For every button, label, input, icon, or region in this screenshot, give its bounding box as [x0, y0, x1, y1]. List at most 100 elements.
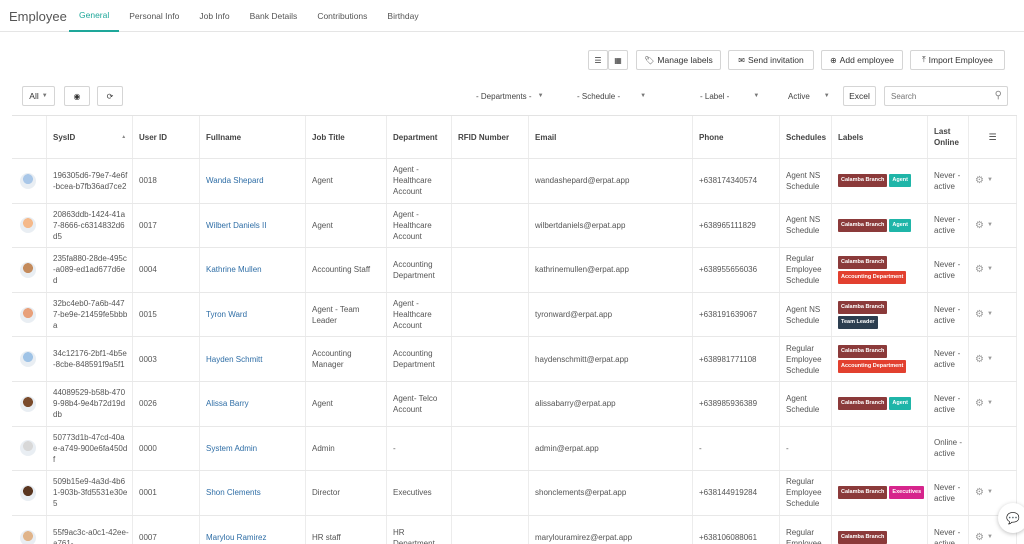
import-employee-label: Import Employee: [928, 55, 993, 65]
row-actions-button[interactable]: ⚙ ▼: [975, 309, 993, 320]
tab-job-info[interactable]: Job Info: [189, 0, 239, 32]
column-header-phone[interactable]: Phone: [693, 116, 780, 158]
cell-action[interactable]: [969, 426, 1017, 471]
manage-labels-button[interactable]: 🏷 Manage labels: [636, 50, 721, 70]
table-row[interactable]: 20863ddb-1424-41a7-8666-c6314832d6d5 0017…: [12, 203, 1017, 249]
add-employee-button[interactable]: ⊕ Add employee: [821, 50, 903, 70]
cell-fullname-text[interactable]: Marylou Ramirez: [206, 532, 302, 543]
cell-fullname[interactable]: Marylou Ramirez: [200, 515, 306, 544]
cell-phone-text: +638191639067: [699, 310, 758, 320]
tab-contributions[interactable]: Contributions: [307, 0, 377, 32]
sort-up-icon[interactable]: ▲: [121, 132, 126, 143]
column-header-dept[interactable]: Department: [387, 116, 452, 158]
cell-phone: +638981771108: [693, 337, 780, 381]
cell-fullname[interactable]: Shon Clements: [200, 471, 306, 515]
row-actions-button[interactable]: ⚙ ▼: [975, 175, 993, 186]
column-header-sysid[interactable]: SysID ▲: [47, 116, 133, 158]
cell-fullname[interactable]: Hayden Schmitt: [200, 337, 306, 381]
send-invitation-button[interactable]: ✉ Send invitation: [728, 50, 814, 70]
cell-fullname-text[interactable]: Tyron Ward: [206, 309, 302, 320]
cell-schedule-text: Regular Employee Schedule: [786, 343, 822, 375]
cell-fullname[interactable]: Wilbert Daniels II: [200, 203, 306, 248]
cell-fullname[interactable]: System Admin: [200, 426, 306, 471]
cell-rfid: [452, 337, 529, 381]
row-actions-button[interactable]: ⚙ ▼: [975, 264, 993, 275]
column-header-last[interactable]: Last Online: [928, 116, 969, 158]
cell-action[interactable]: ⚙ ▼: [969, 292, 1017, 337]
row-actions-button[interactable]: ⚙ ▼: [975, 532, 993, 543]
tab-personal-info[interactable]: Personal Info: [119, 0, 189, 32]
row-actions-button[interactable]: ⚙ ▼: [975, 220, 993, 231]
row-actions-button[interactable]: ⚙ ▼: [975, 487, 993, 498]
grid-view-button[interactable]: ▦: [608, 50, 628, 70]
column-header-label: Labels: [838, 132, 864, 142]
table-row[interactable]: 32bc4eb0-7a6b-4477-be9e-21459fe5bbba 0015…: [12, 292, 1017, 338]
column-header-labels[interactable]: Labels: [832, 116, 928, 158]
tab-bank-details[interactable]: Bank Details: [240, 0, 308, 32]
refresh-button[interactable]: ⟳: [97, 86, 123, 106]
cell-action[interactable]: ⚙ ▼: [969, 203, 1017, 248]
cell-labels: Calamba Branch Team Leader: [832, 292, 928, 337]
column-header-rfid[interactable]: RFID Number: [452, 116, 529, 158]
cell-rfid: [452, 426, 529, 471]
tab-birthday[interactable]: Birthday: [377, 0, 428, 32]
column-header-schedule[interactable]: Schedules: [780, 116, 832, 158]
cell-fullname-text[interactable]: Kathrine Mullen: [206, 264, 302, 275]
cell-job-text: Admin: [312, 443, 335, 453]
cell-fullname-text[interactable]: Shon Clements: [206, 487, 302, 498]
label-badge: Team Leader: [838, 315, 878, 329]
cell-phone-text: +638106088061: [699, 533, 758, 543]
column-header-label: Job Title: [312, 132, 345, 142]
cell-fullname-text[interactable]: Alissa Barry: [206, 398, 302, 409]
cell-fullname-text[interactable]: Wanda Shepard: [206, 175, 302, 186]
top-bar: Employee General Personal Info Job Info …: [0, 0, 1024, 32]
table-row[interactable]: 509b15e9-4a3d-4b61-903b-3fd5531e30e5 0001…: [12, 471, 1017, 516]
chat-button[interactable]: 💬: [998, 503, 1024, 533]
status-filter[interactable]: Active ▼: [788, 86, 830, 106]
schedule-filter[interactable]: - Schedule - ▼: [577, 86, 646, 106]
label-list: Calamba Branch Agent: [838, 174, 926, 188]
row-actions-button[interactable]: ⚙ ▼: [975, 398, 993, 409]
cell-fullname-text[interactable]: Wilbert Daniels II: [206, 220, 302, 231]
cell-job: Agent: [306, 159, 387, 203]
cell-rfid: [452, 159, 529, 203]
table-row[interactable]: 55f9ac3c-a0c1-42ee-a761- 0007 Marylou Rami…: [12, 515, 1017, 544]
table-row[interactable]: 34c12176-2bf1-4b5e-8cbe-848591f9a5f1 0003…: [12, 337, 1017, 382]
column-header-fullname[interactable]: Fullname: [200, 116, 306, 158]
list-view-button[interactable]: ☰: [588, 50, 608, 70]
import-employee-button[interactable]: ⤒ Import Employee: [910, 50, 1005, 70]
cell-action[interactable]: ⚙ ▼: [969, 159, 1017, 203]
tab-general[interactable]: General: [69, 0, 120, 32]
gears-icon: ⚙: [975, 309, 984, 321]
column-header-email[interactable]: Email: [529, 116, 693, 158]
table-row[interactable]: 196305d6-79e7-4e6f-bcea-b7fb36ad7ce2 0018…: [12, 159, 1017, 204]
page-size-select[interactable]: All ▼: [22, 86, 55, 106]
cell-job: Agent: [306, 203, 387, 248]
cell-fullname-text[interactable]: Hayden Schmitt: [206, 354, 302, 365]
cell-fullname[interactable]: Kathrine Mullen: [200, 248, 306, 292]
toggle-columns-button[interactable]: ◉: [64, 86, 90, 106]
cell-schedule: Agent NS Schedule: [780, 159, 832, 203]
table-row[interactable]: 235fa880-28de-495c-a089-ed1ad677d6ed 0004…: [12, 248, 1017, 293]
search-input[interactable]: [885, 87, 985, 105]
departments-filter[interactable]: - Departments - ▼: [476, 86, 544, 106]
cell-fullname[interactable]: Alissa Barry: [200, 382, 306, 426]
cell-last-text: Never - active: [934, 527, 961, 544]
table-row[interactable]: 44089529-b58b-4709-98b4-9e4b72d19ddb 0026…: [12, 382, 1017, 427]
cell-fullname[interactable]: Tyron Ward: [200, 292, 306, 337]
cell-fullname-text[interactable]: System Admin: [206, 443, 302, 454]
table-row[interactable]: 50773d1b-47cd-40ae-a749-900e6fa450df 0000…: [12, 426, 1017, 472]
column-header-userid[interactable]: User ID: [133, 116, 200, 158]
cell-action[interactable]: ⚙ ▼: [969, 337, 1017, 381]
cell-action[interactable]: ⚙ ▼: [969, 248, 1017, 292]
label-filter[interactable]: - Label - ▼: [700, 86, 759, 106]
cell-userid-text: 0026: [139, 399, 157, 409]
cell-rfid: [452, 515, 529, 544]
cell-action[interactable]: ⚙ ▼: [969, 382, 1017, 426]
menu-icon[interactable]: ☰: [988, 132, 996, 143]
row-actions-button[interactable]: ⚙ ▼: [975, 354, 993, 365]
cell-fullname[interactable]: Wanda Shepard: [200, 159, 306, 203]
excel-button[interactable]: Excel: [843, 86, 876, 106]
column-header-job[interactable]: Job Title: [306, 116, 387, 158]
cell-labels: [832, 426, 928, 471]
